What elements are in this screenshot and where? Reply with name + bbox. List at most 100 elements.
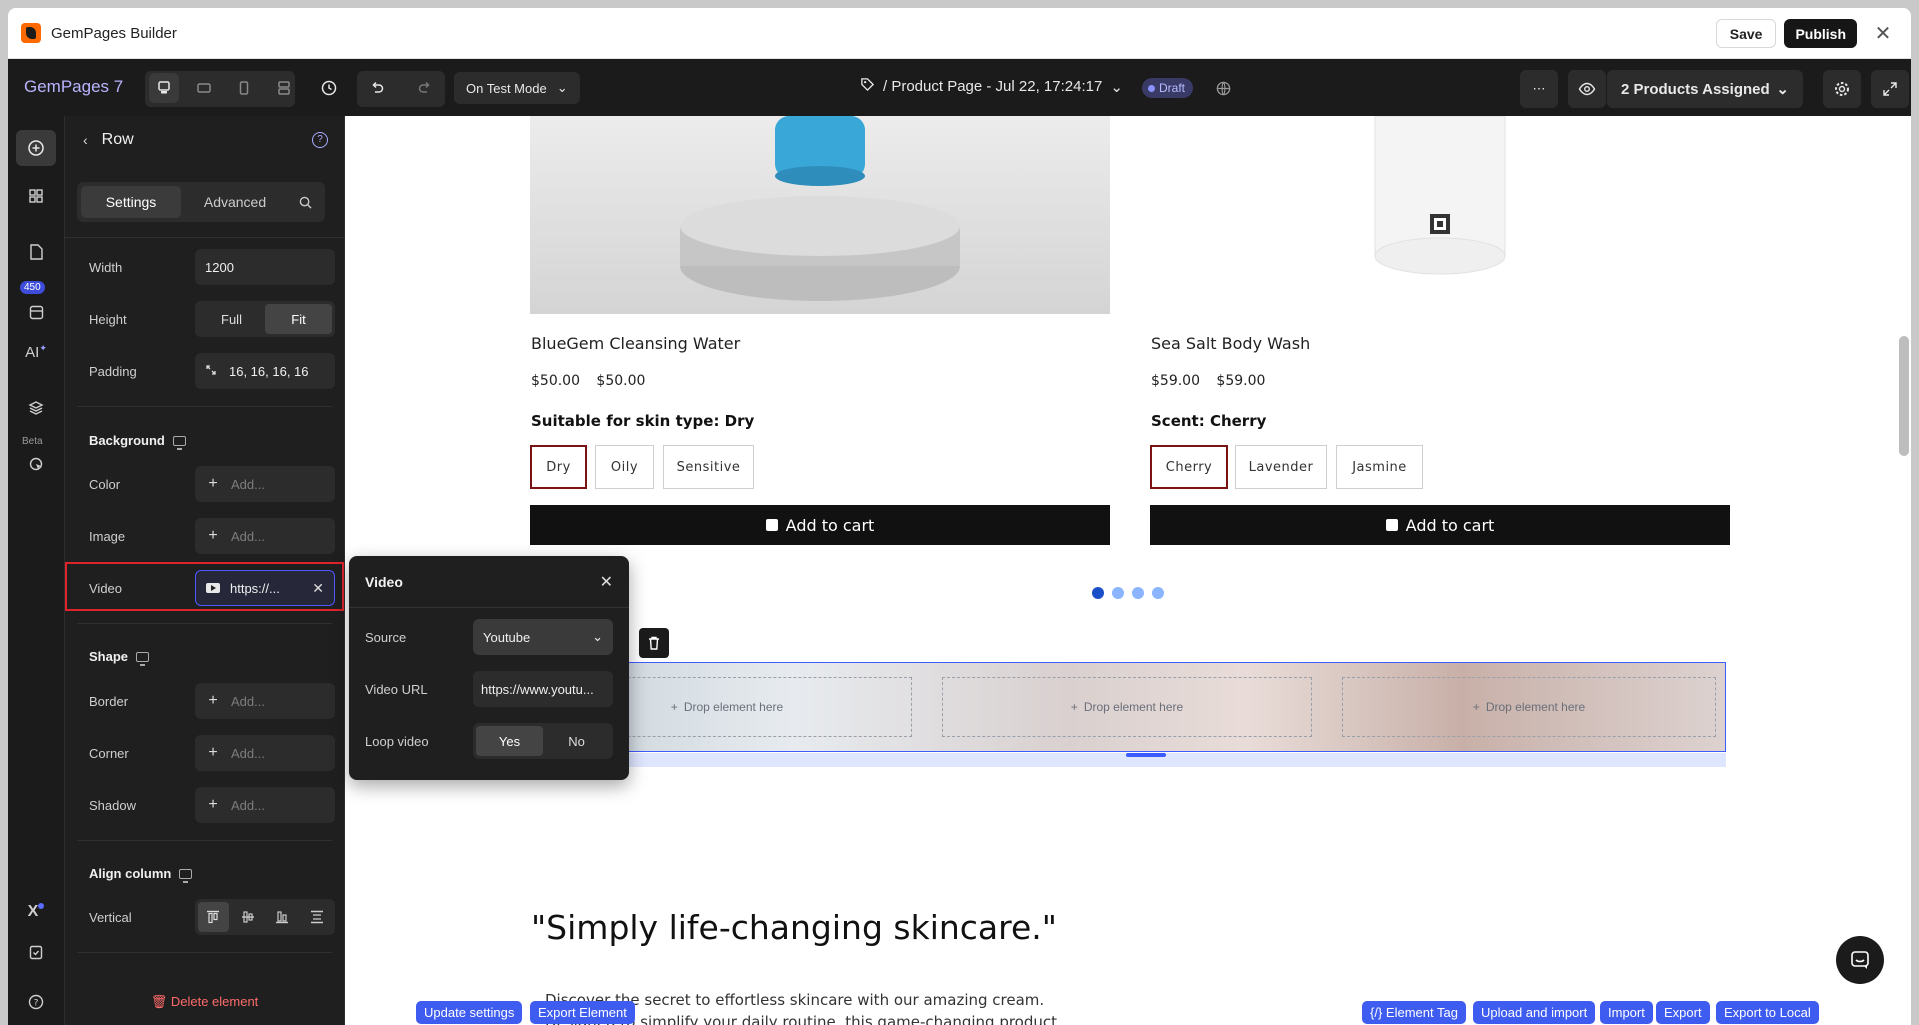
loop-yes-option[interactable]: Yes <box>476 726 543 756</box>
carousel-dot[interactable] <box>1112 587 1124 599</box>
chat-support-icon[interactable] <box>1836 936 1884 984</box>
gempages-logo-icon <box>21 23 41 43</box>
search-icon[interactable] <box>289 186 321 218</box>
test-mode-dropdown[interactable]: On Test Mode ⌄ <box>454 72 580 104</box>
video-url-input[interactable]: https://www.youtu... <box>473 671 613 707</box>
carousel-dot[interactable] <box>1092 587 1104 599</box>
testimonial-heading[interactable]: "Simply life-changing skincare." <box>531 908 1057 947</box>
chevron-down-icon: ⌄ <box>1110 78 1123 96</box>
undo-icon[interactable] <box>362 73 392 103</box>
close-popover-icon[interactable]: ✕ <box>600 572 613 592</box>
align-middle-icon[interactable] <box>233 902 264 932</box>
save-button[interactable]: Save <box>1715 19 1777 48</box>
publish-button[interactable]: Publish <box>1784 19 1857 48</box>
help-circle-icon[interactable]: ? <box>312 132 328 148</box>
carousel-dot[interactable] <box>1132 587 1144 599</box>
variant-title: Suitable for skin type: Dry <box>531 412 755 430</box>
height-fit-option[interactable]: Fit <box>265 304 332 334</box>
product-image-sea-salt[interactable] <box>1150 116 1730 314</box>
selected-row[interactable]: + Drop element here + Drop element here … <box>529 662 1726 752</box>
add-to-cart-button[interactable]: Add to cart <box>1150 505 1730 545</box>
help-icon[interactable]: ? <box>16 984 56 1020</box>
export-to-local-button[interactable]: Export to Local <box>1716 1001 1819 1024</box>
sections-icon[interactable] <box>16 178 56 214</box>
preview-eye-icon[interactable] <box>1568 70 1606 108</box>
drop-zone[interactable]: + Drop element here <box>942 677 1312 737</box>
ai-icon[interactable]: AI ✦ <box>16 334 56 370</box>
expand-icon[interactable] <box>1871 70 1909 108</box>
carousel-dot[interactable] <box>1152 587 1164 599</box>
cursor-tool-icon[interactable] <box>16 446 56 482</box>
library-icon[interactable] <box>16 294 56 330</box>
drop-zone[interactable]: + Drop element here <box>1342 677 1716 737</box>
variant-option-oily[interactable]: Oily <box>595 445 654 489</box>
responsive-view-icon[interactable] <box>269 73 299 103</box>
product-name[interactable]: BlueGem Cleansing Water <box>531 334 740 353</box>
export-element-button[interactable]: Export Element <box>530 1001 635 1024</box>
color-add-field[interactable]: + Add... <box>195 466 335 502</box>
pages-icon[interactable] <box>16 234 56 270</box>
delete-element-button[interactable]: 🗑 Delete element <box>65 994 344 1010</box>
layers-icon[interactable] <box>16 390 56 426</box>
align-stretch-icon[interactable] <box>302 902 333 932</box>
back-chevron-icon[interactable]: ‹ <box>83 132 88 148</box>
align-top-icon[interactable] <box>198 902 229 932</box>
product-image-bluegem[interactable] <box>530 116 1110 314</box>
height-full-option[interactable]: Full <box>198 304 265 334</box>
redo-icon[interactable] <box>410 73 440 103</box>
products-assigned-dropdown[interactable]: 2 Products Assigned ⌄ <box>1607 70 1803 108</box>
canvas-scrollbar[interactable] <box>1899 336 1909 456</box>
border-add-field[interactable]: + Add... <box>195 683 335 719</box>
close-window-icon[interactable]: ✕ <box>1869 20 1897 48</box>
source-label: Source <box>365 629 407 645</box>
variant-option-jasmine[interactable]: Jasmine <box>1336 445 1423 489</box>
loop-video-toggle: Yes No <box>473 723 613 759</box>
color-row: Color + Add... <box>89 466 337 502</box>
more-options-icon[interactable]: ⋯ <box>1520 70 1558 108</box>
corner-add-field[interactable]: + Add... <box>195 735 335 771</box>
page-title-text: / Product Page - Jul 22, 17:24:17 <box>883 78 1103 95</box>
element-tag-button[interactable]: {/} Element Tag <box>1362 1001 1466 1024</box>
shadow-add-field[interactable]: + Add... <box>195 787 335 823</box>
tab-settings[interactable]: Settings <box>81 186 181 218</box>
mobile-view-icon[interactable] <box>229 73 259 103</box>
loop-no-option[interactable]: No <box>543 726 610 756</box>
import-button[interactable]: Import <box>1600 1001 1653 1024</box>
align-bottom-icon[interactable] <box>267 902 298 932</box>
export-button[interactable]: Export <box>1656 1001 1710 1024</box>
add-element-icon[interactable] <box>16 130 56 166</box>
padding-link-icon <box>205 364 217 379</box>
corner-label: Corner <box>89 745 129 761</box>
update-settings-button[interactable]: Update settings <box>416 1001 523 1024</box>
carousel-dots <box>1092 587 1164 599</box>
variant-option-lavender[interactable]: Lavender <box>1235 445 1327 489</box>
product-name[interactable]: Sea Salt Body Wash <box>1151 334 1310 353</box>
add-to-cart-button[interactable]: Add to cart <box>530 505 1110 545</box>
upload-import-button[interactable]: Upload and import <box>1473 1001 1596 1024</box>
history-icon[interactable] <box>314 73 344 103</box>
width-input[interactable]: 1200 <box>195 249 335 285</box>
source-select[interactable]: Youtube ⌄ <box>473 619 613 655</box>
plus-icon: + <box>208 796 218 813</box>
tablet-landscape-icon[interactable] <box>189 73 219 103</box>
desktop-view-icon[interactable] <box>149 73 179 103</box>
settings-gear-icon[interactable] <box>1823 70 1861 108</box>
delete-row-icon[interactable] <box>639 628 669 658</box>
variant-option-cherry[interactable]: Cherry <box>1150 445 1228 489</box>
tab-advanced[interactable]: Advanced <box>185 186 285 218</box>
align-section-title: Align column <box>89 866 193 883</box>
plus-icon: + <box>208 744 218 761</box>
row-resize-handle[interactable] <box>529 753 1726 767</box>
globe-icon[interactable] <box>1208 73 1238 103</box>
extensions-icon[interactable]: X <box>16 894 56 930</box>
variant-option-sensitive[interactable]: Sensitive <box>663 445 754 489</box>
variant-option-dry[interactable]: Dry <box>530 445 587 489</box>
clipboard-icon[interactable] <box>16 934 56 970</box>
padding-input[interactable]: 16, 16, 16, 16 <box>195 353 335 389</box>
video-url-row: Video URL https://www.youtu... <box>365 671 613 707</box>
panel-tabs: Settings Advanced <box>77 182 325 222</box>
page-title[interactable]: / Product Page - Jul 22, 17:24:17 ⌄ <box>860 77 1123 96</box>
products-assigned-label: 2 Products Assigned <box>1621 80 1770 98</box>
image-add-field[interactable]: + Add... <box>195 518 335 554</box>
image-placeholder: Add... <box>231 528 265 544</box>
